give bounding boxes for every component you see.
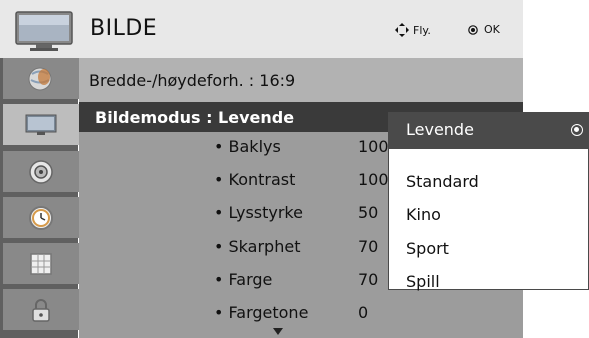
setting-label: • Kontrast (214, 170, 296, 189)
ok-hint-label: OK (484, 23, 500, 36)
dropdown-option-spill[interactable]: Spill (406, 272, 440, 291)
setting-value: 100 (358, 137, 389, 156)
setting-label: • Lysstyrke (214, 203, 303, 222)
dropdown-option-standard[interactable]: Standard (406, 172, 479, 191)
setting-value: 100 (358, 170, 389, 189)
setting-value: 70 (358, 237, 379, 256)
nav-hint: Fly. (395, 23, 431, 37)
setting-row-tint[interactable]: • Fargetone 0 (79, 298, 523, 328)
header-bar: BILDE Fly. OK (0, 0, 523, 58)
setting-label: • Fargetone (214, 303, 309, 322)
setting-value: 70 (358, 270, 379, 289)
globe-satellite-icon (28, 67, 52, 90)
dropdown-option-kino[interactable]: Kino (406, 205, 441, 224)
grid-option-icon (30, 252, 52, 275)
ok-hint: OK (468, 23, 500, 36)
sidebar-item-picture[interactable] (3, 104, 79, 145)
tv-picture-icon (25, 114, 57, 135)
aspect-ratio-label: Bredde-/høydeforh. : 16:9 (89, 71, 296, 90)
lock-icon (32, 298, 50, 322)
nav-hint-label: Fly. (413, 23, 431, 37)
ok-circle-icon (468, 24, 478, 35)
picture-mode-dropdown: Levende Standard Kino Sport Spill (388, 112, 589, 291)
setting-label: • Skarphet (214, 237, 301, 256)
sidebar-item-channel[interactable] (3, 58, 79, 99)
setting-label: • Farge (214, 270, 273, 289)
picture-mode-label: Bildemodus : Levende (95, 108, 295, 127)
sidebar-item-time[interactable] (3, 197, 79, 238)
dropdown-option-selected[interactable]: Levende (389, 113, 588, 149)
setting-label: • Baklys (214, 137, 281, 156)
sidebar-item-audio[interactable] (3, 151, 79, 192)
dropdown-option-sport[interactable]: Sport (406, 239, 449, 258)
radio-selected-icon (571, 124, 583, 136)
page-title: BILDE (90, 16, 158, 41)
speaker-icon (29, 159, 53, 184)
sidebar-item-option[interactable] (3, 243, 79, 284)
aspect-ratio-row[interactable]: Bredde-/høydeforh. : 16:9 (79, 58, 523, 102)
sidebar (0, 58, 79, 338)
scroll-down-icon[interactable] (273, 328, 283, 335)
dropdown-option-label: Levende (406, 120, 474, 139)
move-arrows-icon (395, 23, 409, 37)
setting-value: 0 (358, 303, 369, 322)
sidebar-item-lock[interactable] (3, 289, 79, 330)
tv-icon (14, 10, 74, 52)
clock-icon (29, 205, 53, 230)
setting-value: 50 (358, 203, 379, 222)
